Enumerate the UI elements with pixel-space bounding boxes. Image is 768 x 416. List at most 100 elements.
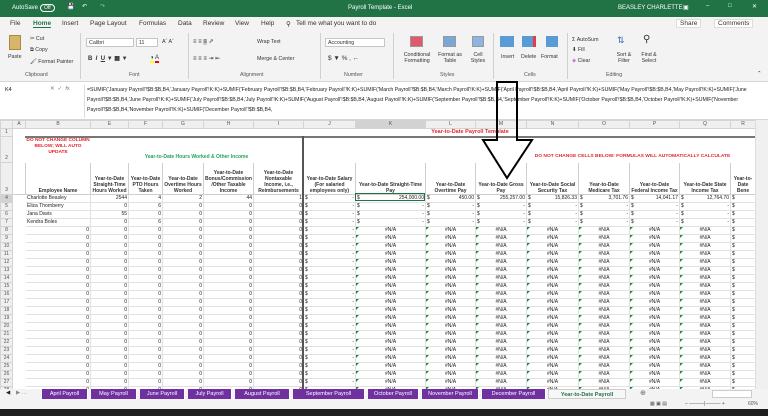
currency-cell[interactable]: $-: [526, 218, 579, 227]
error-cell[interactable]: #N/A: [355, 306, 426, 315]
redo-icon[interactable]: ↷: [100, 3, 105, 10]
error-cell[interactable]: #N/A: [475, 346, 527, 355]
cell[interactable]: 0: [253, 274, 304, 283]
error-cell[interactable]: #N/A: [679, 250, 731, 259]
error-cell[interactable]: #N/A: [475, 378, 527, 387]
employee-name-cell[interactable]: 0: [25, 242, 91, 251]
currency-cell[interactable]: $-: [303, 282, 356, 291]
cell[interactable]: 0: [203, 354, 254, 363]
error-cell[interactable]: #N/A: [679, 354, 731, 363]
column-header-K[interactable]: K: [355, 120, 426, 129]
error-cell[interactable]: #N/A: [355, 234, 426, 243]
cell[interactable]: 0: [203, 266, 254, 275]
error-cell[interactable]: #N/A: [355, 242, 426, 251]
error-cell[interactable]: #N/A: [475, 370, 527, 379]
cell[interactable]: 0: [162, 226, 204, 235]
error-cell[interactable]: #N/A: [355, 290, 426, 299]
cell[interactable]: 0: [203, 378, 254, 387]
error-cell[interactable]: #N/A: [679, 378, 731, 387]
cell[interactable]: 0: [253, 290, 304, 299]
cell[interactable]: 0: [203, 338, 254, 347]
column-heading[interactable]: Year-to-Date Nontaxable Income, i.e., Re…: [253, 162, 304, 195]
tab-page-layout[interactable]: Page Layout: [90, 20, 127, 27]
cell[interactable]: 0: [90, 346, 129, 355]
cell[interactable]: 0: [128, 250, 163, 259]
currency-cell[interactable]: $3,701.76: [578, 194, 630, 203]
currency-cell[interactable]: $: [730, 234, 756, 243]
error-cell[interactable]: #N/A: [679, 282, 731, 291]
cell[interactable]: [12, 202, 26, 211]
column-header-A[interactable]: A: [12, 120, 26, 129]
error-cell[interactable]: #N/A: [475, 314, 527, 323]
error-cell[interactable]: #N/A: [526, 306, 579, 315]
error-cell[interactable]: #N/A: [355, 354, 426, 363]
cell[interactable]: 0: [203, 274, 254, 283]
error-cell[interactable]: #N/A: [425, 282, 476, 291]
column-heading[interactable]: Year-to-Date PTO Hours Taken: [128, 162, 163, 195]
column-heading[interactable]: Employee Name: [25, 162, 91, 195]
cell[interactable]: 0: [90, 314, 129, 323]
error-cell[interactable]: #N/A: [629, 322, 680, 331]
cell[interactable]: 0: [253, 306, 304, 315]
error-cell[interactable]: #N/A: [355, 370, 426, 379]
error-cell[interactable]: #N/A: [526, 234, 579, 243]
error-cell[interactable]: #N/A: [629, 226, 680, 235]
fill-color-button[interactable]: ◑ A: [150, 55, 159, 63]
vertical-scrollbar[interactable]: [755, 120, 768, 389]
sheet-tab[interactable]: May Payroll: [91, 389, 137, 399]
cell-styles-button[interactable]: Cell Styles: [467, 52, 489, 64]
currency-cell[interactable]: $-: [303, 378, 356, 387]
cell[interactable]: [12, 274, 26, 283]
error-cell[interactable]: #N/A: [679, 362, 731, 371]
currency-cell[interactable]: $-: [303, 338, 356, 347]
share-button[interactable]: Share: [676, 19, 702, 28]
cell[interactable]: 0: [162, 290, 204, 299]
error-cell[interactable]: #N/A: [578, 306, 630, 315]
currency-cell[interactable]: $-: [578, 218, 630, 227]
error-cell[interactable]: #N/A: [526, 330, 579, 339]
error-cell[interactable]: #N/A: [475, 258, 527, 267]
sheet-tab[interactable]: September Payroll: [293, 389, 365, 399]
cell[interactable]: 0: [203, 202, 254, 211]
cell[interactable]: 4: [128, 194, 163, 203]
currency-cell[interactable]: $-: [425, 202, 476, 211]
cell[interactable]: 0: [90, 330, 129, 339]
cell[interactable]: 0: [90, 282, 129, 291]
cell[interactable]: 0: [162, 362, 204, 371]
currency-cell[interactable]: $-: [303, 234, 356, 243]
currency-cell[interactable]: $-: [303, 274, 356, 283]
error-cell[interactable]: #N/A: [475, 274, 527, 283]
cell[interactable]: 0: [253, 314, 304, 323]
column-heading[interactable]: Year-to-Date Overtime Hours Worked: [162, 162, 204, 195]
currency-cell[interactable]: $-: [303, 354, 356, 363]
error-cell[interactable]: #N/A: [526, 282, 579, 291]
error-cell[interactable]: #N/A: [629, 290, 680, 299]
error-cell[interactable]: #N/A: [355, 378, 426, 387]
tab-view[interactable]: View: [235, 20, 249, 27]
select-all-corner[interactable]: [0, 120, 13, 129]
row-header[interactable]: 27: [0, 378, 13, 387]
sheet-tab[interactable]: Year-to-Date Payroll: [548, 389, 626, 399]
cell[interactable]: 0: [253, 346, 304, 355]
cell[interactable]: [303, 136, 356, 163]
currency-cell[interactable]: $15,826.33: [526, 194, 579, 203]
cell[interactable]: [12, 346, 26, 355]
cell[interactable]: 0: [162, 370, 204, 379]
cell[interactable]: [12, 218, 26, 227]
error-cell[interactable]: #N/A: [629, 250, 680, 259]
currency-cell[interactable]: $-: [303, 290, 356, 299]
cell[interactable]: 0: [253, 258, 304, 267]
error-cell[interactable]: #N/A: [355, 258, 426, 267]
error-cell[interactable]: #N/A: [578, 290, 630, 299]
error-cell[interactable]: #N/A: [526, 274, 579, 283]
error-cell[interactable]: #N/A: [526, 258, 579, 267]
ribbon-display-icon[interactable]: ▣: [683, 4, 689, 11]
employee-name-cell[interactable]: Eliza Thornberry: [25, 202, 91, 211]
error-cell[interactable]: #N/A: [526, 266, 579, 275]
error-cell[interactable]: #N/A: [475, 362, 527, 371]
cell[interactable]: 0: [128, 290, 163, 299]
row-header[interactable]: 19: [0, 314, 13, 323]
error-cell[interactable]: #N/A: [425, 274, 476, 283]
error-cell[interactable]: #N/A: [578, 354, 630, 363]
error-cell[interactable]: #N/A: [578, 338, 630, 347]
